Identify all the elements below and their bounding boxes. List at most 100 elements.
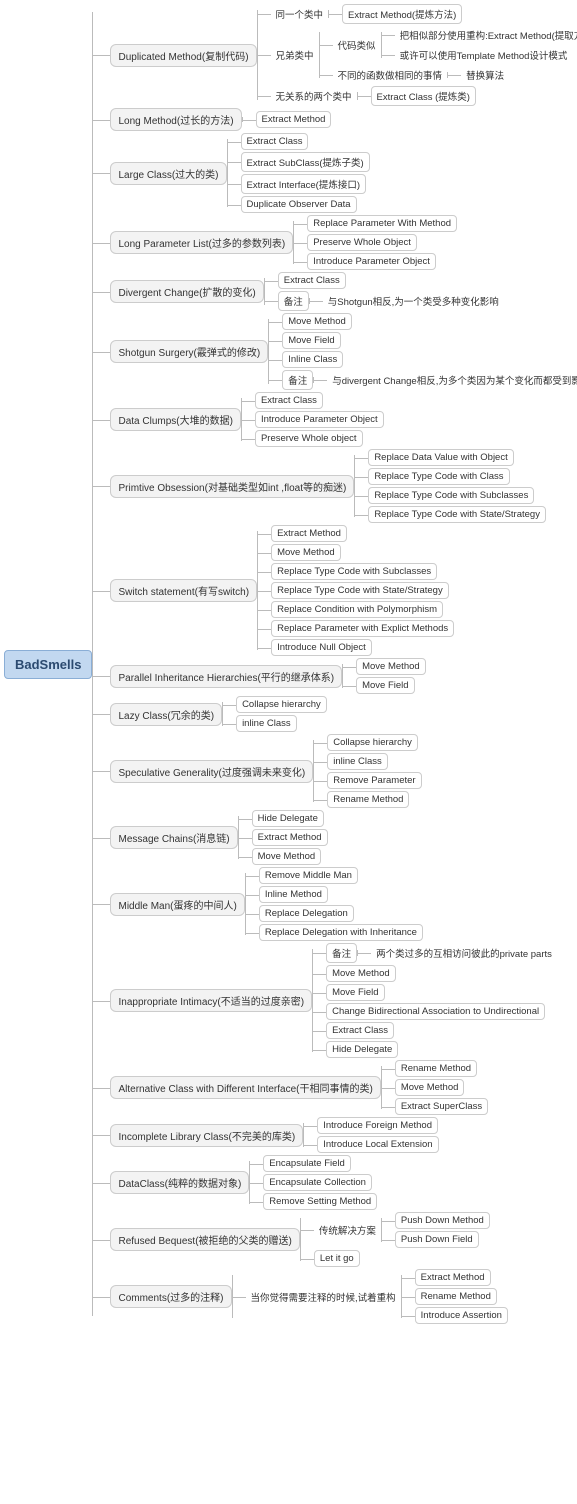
node-label[interactable]: 备注 (326, 943, 357, 963)
leaf[interactable]: Extract Method (256, 111, 332, 128)
leaf[interactable]: Extract Class (278, 272, 346, 289)
node-label[interactable]: Switch statement(有写switch) (110, 579, 257, 602)
leaf[interactable]: Inline Class (282, 351, 343, 368)
leaf[interactable]: Replace Condition with Polymorphism (271, 601, 443, 618)
leaf[interactable]: Extract Method(提炼方法) (342, 4, 462, 24)
node-label[interactable]: Large Class(过大的类) (110, 162, 226, 185)
leaf[interactable]: Introduce Local Extension (317, 1136, 438, 1153)
leaf[interactable]: Remove Setting Method (263, 1193, 377, 1210)
node-label[interactable]: Long Method(过长的方法) (110, 108, 241, 131)
node-label[interactable]: Middle Man(蛋疼的中间人) (110, 893, 244, 916)
leaf[interactable]: Remove Middle Man (259, 867, 358, 884)
leaf[interactable]: Let it go (314, 1250, 360, 1267)
leaf[interactable]: Rename Method (395, 1060, 477, 1077)
node-label[interactable]: Long Parameter List(过多的参数列表) (110, 231, 293, 254)
node-label[interactable]: Incomplete Library Class(不完美的库类) (110, 1124, 303, 1147)
leaf[interactable]: Replace Type Code with State/Strategy (271, 582, 449, 599)
leaf[interactable]: Extract Method (271, 525, 347, 542)
node-label[interactable]: 兄弟类中 (271, 46, 319, 64)
leaf[interactable]: Replace Type Code with Subclasses (271, 563, 437, 580)
leaf[interactable]: Encapsulate Field (263, 1155, 351, 1172)
leaf[interactable]: Replace Delegation (259, 905, 354, 922)
leaf[interactable]: Move Method (326, 965, 396, 982)
node-label[interactable]: 不同的函数做相同的事情 (333, 66, 448, 84)
leaf[interactable]: inline Class (236, 715, 297, 732)
leaf[interactable]: Preserve Whole Object (307, 234, 417, 251)
node-label[interactable]: DataClass(纯粹的数据对象) (110, 1171, 249, 1194)
node-label[interactable]: 同一个类中 (271, 5, 329, 23)
leaf[interactable]: Introduce Parameter Object (255, 411, 384, 428)
node-label[interactable]: Inappropriate Intimacy(不适当的过度亲密) (110, 989, 312, 1012)
node-label[interactable]: Divergent Change(扩散的变化) (110, 280, 263, 303)
node-label[interactable]: Lazy Class(冗余的类) (110, 703, 222, 726)
leaf[interactable]: Collapse hierarchy (327, 734, 418, 751)
leaf[interactable]: Extract Class (255, 392, 323, 409)
leaf[interactable]: Move Method (282, 313, 352, 330)
leaf[interactable]: Push Down Method (395, 1212, 490, 1229)
leaf[interactable]: 与divergent Change相反,为多个类因为某个变化而都受到影响 (327, 371, 577, 389)
leaf[interactable]: Duplicate Observer Data (241, 196, 357, 213)
leaf[interactable]: 与Shotgun相反,为一个类受多种变化影响 (323, 292, 504, 310)
node-label[interactable]: 当你觉得需要注释的时候,试着重构 (246, 1288, 401, 1306)
leaf[interactable]: Move Field (282, 332, 340, 349)
leaf[interactable]: Remove Parameter (327, 772, 421, 789)
leaf[interactable]: Introduce Foreign Method (317, 1117, 438, 1134)
leaf[interactable]: Inline Method (259, 886, 328, 903)
node-label[interactable]: 备注 (282, 370, 313, 390)
leaf[interactable]: Rename Method (327, 791, 409, 808)
node-label[interactable]: Refused Bequest(被拒绝的父类的赠送) (110, 1228, 299, 1251)
node-label[interactable]: Duplicated Method(复制代码) (110, 44, 256, 67)
node-label[interactable]: Speculative Generality(过度强调未来变化) (110, 760, 313, 783)
node-label[interactable]: 无关系的两个类中 (271, 87, 357, 105)
leaf[interactable]: Replace Delegation with Inheritance (259, 924, 423, 941)
leaf[interactable]: Replace Type Code with Subclasses (368, 487, 534, 504)
leaf[interactable]: Hide Delegate (252, 810, 324, 827)
node-label[interactable]: Primtive Obsession(对基础类型如int ,float等的痴迷) (110, 475, 354, 498)
leaf[interactable]: 或许可以使用Template Method设计模式 (395, 46, 573, 64)
leaf[interactable]: Move Field (326, 984, 384, 1001)
root-children: Duplicated Method(复制代码) 同一个类中 Extract Me… (110, 4, 577, 1324)
leaf[interactable]: Move Method (356, 658, 426, 675)
leaf[interactable]: Extract Class (提炼类) (371, 86, 476, 106)
leaf[interactable]: 替换算法 (461, 66, 509, 84)
leaf[interactable]: Collapse hierarchy (236, 696, 327, 713)
leaf[interactable]: Replace Data Value with Object (368, 449, 513, 466)
leaf[interactable]: Extract SuperClass (395, 1098, 488, 1115)
leaf[interactable]: Extract Class (326, 1022, 394, 1039)
leaf[interactable]: Extract Method (415, 1269, 491, 1286)
leaf[interactable]: Move Method (271, 544, 341, 561)
leaf[interactable]: Rename Method (415, 1288, 497, 1305)
leaf[interactable]: 把相似部分使用重构:Extract Method(提取方法) (395, 26, 577, 44)
leaf[interactable]: Hide Delegate (326, 1041, 398, 1058)
leaf[interactable]: Extract SubClass(提炼子类) (241, 152, 370, 172)
leaf[interactable]: Replace Parameter With Method (307, 215, 457, 232)
leaf[interactable]: Preserve Whole object (255, 430, 363, 447)
leaf[interactable]: Replace Type Code with State/Strategy (368, 506, 546, 523)
leaf[interactable]: Replace Type Code with Class (368, 468, 509, 485)
node-label[interactable]: Parallel Inheritance Hierarchies(平行的继承体系… (110, 665, 342, 688)
leaf[interactable]: 两个类过多的互相访问彼此的private parts (371, 944, 557, 962)
leaf[interactable]: Move Method (395, 1079, 465, 1096)
leaf[interactable]: Move Field (356, 677, 414, 694)
node-label[interactable]: Comments(过多的注释) (110, 1285, 231, 1308)
node-label[interactable]: Alternative Class with Different Interfa… (110, 1076, 380, 1099)
leaf[interactable]: Extract Interface(提炼接口) (241, 174, 367, 194)
leaf[interactable]: Introduce Assertion (415, 1307, 508, 1324)
node-label[interactable]: Message Chains(消息链) (110, 826, 237, 849)
leaf[interactable]: Introduce Null Object (271, 639, 372, 656)
node-label[interactable]: 传统解决方案 (314, 1221, 381, 1239)
root-node[interactable]: BadSmells (4, 650, 92, 679)
leaf[interactable]: Move Method (252, 848, 322, 865)
leaf[interactable]: Extract Class (241, 133, 309, 150)
node-label[interactable]: Shotgun Surgery(霰弹式的修改) (110, 340, 268, 363)
node-label[interactable]: 代码类似 (333, 36, 381, 54)
leaf[interactable]: Push Down Field (395, 1231, 479, 1248)
leaf[interactable]: Introduce Parameter Object (307, 253, 436, 270)
leaf[interactable]: Encapsulate Collection (263, 1174, 372, 1191)
leaf[interactable]: Extract Method (252, 829, 328, 846)
node-label[interactable]: Data Clumps(大堆的数据) (110, 408, 240, 431)
node-label[interactable]: 备注 (278, 291, 309, 311)
leaf[interactable]: Replace Parameter with Explict Methods (271, 620, 454, 637)
leaf[interactable]: inline Class (327, 753, 388, 770)
leaf[interactable]: Change Bidirectional Association to Undi… (326, 1003, 545, 1020)
